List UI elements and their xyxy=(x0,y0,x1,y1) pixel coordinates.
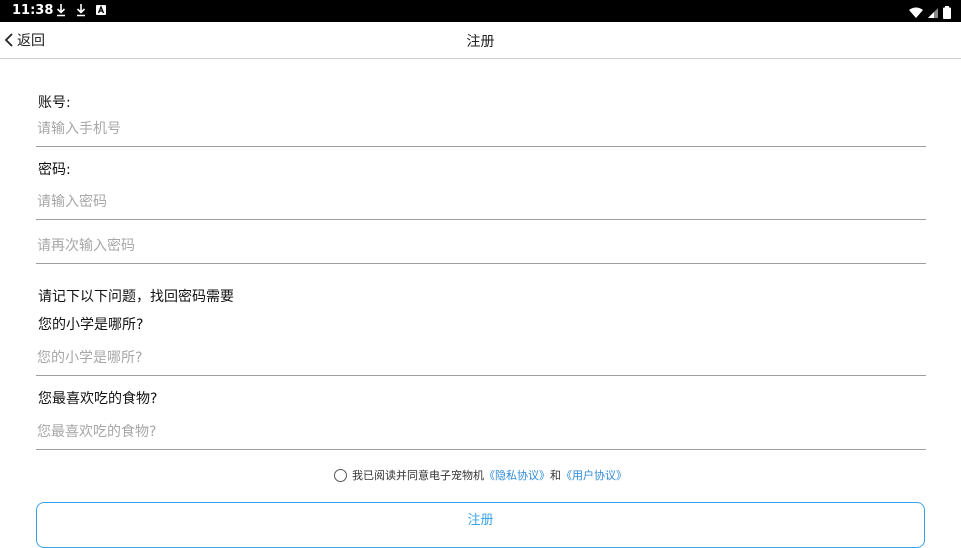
battery-icon xyxy=(943,6,951,19)
account-input[interactable] xyxy=(36,112,926,147)
keyboard-a-icon xyxy=(96,5,106,15)
confirm-password-input[interactable] xyxy=(36,229,926,264)
question1-input[interactable] xyxy=(36,341,926,376)
agreement-and: 和 xyxy=(550,469,561,482)
user-agreement-link[interactable]: 《用户协议》 xyxy=(561,469,627,482)
signal-icon xyxy=(927,8,938,18)
security-notice: 请记下以下问题，找回密码需要 xyxy=(38,289,234,305)
title-bar: 返回 注册 xyxy=(0,22,961,59)
question2-input[interactable] xyxy=(36,415,926,450)
password-input[interactable] xyxy=(36,185,926,220)
wifi-icon xyxy=(908,7,923,18)
status-bar: 11:38 xyxy=(0,0,961,22)
agree-radio[interactable] xyxy=(334,469,347,482)
question2-label: 您最喜欢吃的食物? xyxy=(38,391,158,407)
account-label: 账号: xyxy=(38,95,71,111)
question1-label: 您的小学是哪所? xyxy=(38,317,144,333)
status-indicators xyxy=(908,4,951,23)
download-icon xyxy=(56,4,66,17)
download-icon xyxy=(76,4,86,17)
status-time: 11:38 xyxy=(12,3,54,18)
password-label: 密码: xyxy=(38,162,71,178)
register-button[interactable]: 注册 xyxy=(36,502,925,548)
page-title: 注册 xyxy=(466,34,495,50)
agreement-text: 我已阅读并同意电子宠物机 xyxy=(352,469,484,482)
privacy-link[interactable]: 《隐私协议》 xyxy=(484,469,550,482)
agreement-row: 我已阅读并同意电子宠物机《隐私协议》和《用户协议》 xyxy=(0,467,961,483)
